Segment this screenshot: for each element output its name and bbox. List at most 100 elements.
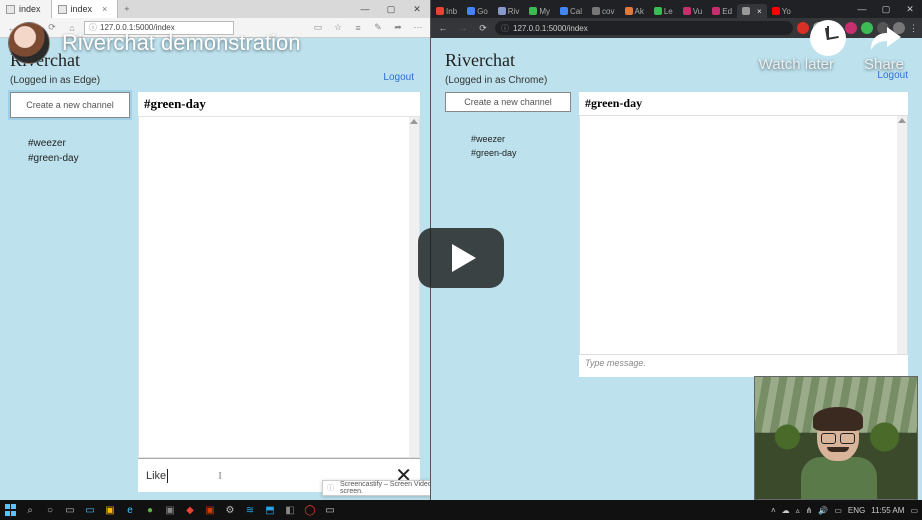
chrome-tab[interactable]: Yo	[767, 4, 796, 18]
edge-tab[interactable]: index	[0, 0, 52, 18]
scrollbar[interactable]	[897, 116, 907, 354]
address-bar[interactable]: ⓘ127.0.0.1:5000/index	[84, 21, 234, 35]
watch-later-label[interactable]: Watch later	[759, 56, 834, 73]
browser-window-edge: index index × + — ▢ ✕ ← → ⟳ ⌂ ⓘ1	[0, 0, 431, 500]
search-icon[interactable]: ⌕	[20, 500, 40, 520]
taskbar-app-icon[interactable]: ▣	[160, 500, 180, 520]
logout-link[interactable]: Logout	[383, 72, 414, 83]
chrome-tab[interactable]: My	[524, 4, 555, 18]
page-icon	[58, 5, 67, 14]
tab-label: index	[71, 4, 93, 14]
address-bar[interactable]: ⓘ127.0.0.1:5000/index	[495, 21, 793, 35]
tab-label: Inb	[446, 7, 457, 16]
chrome-tab[interactable]: Ed	[707, 4, 737, 18]
favicon	[529, 7, 537, 15]
back-button[interactable]: ←	[4, 23, 20, 33]
url-text: 127.0.0.1:5000/index	[100, 23, 175, 32]
chrome-tab[interactable]: Le	[649, 4, 678, 18]
chrome-tab[interactable]: ×	[737, 4, 767, 18]
channel-item[interactable]: #weezer	[471, 134, 571, 144]
minimize-button[interactable]: —	[850, 0, 874, 18]
chrome-tab[interactable]: Go	[462, 4, 493, 18]
taskbar-app-icon[interactable]: ◯	[300, 500, 320, 520]
chrome-tab[interactable]: Cal	[555, 4, 587, 18]
share-label[interactable]: Share	[864, 56, 904, 73]
home-button[interactable]: ⌂	[64, 23, 80, 33]
edge-tab-active[interactable]: index ×	[52, 0, 119, 18]
channel-item[interactable]: #green-day	[28, 153, 130, 164]
back-button[interactable]: ←	[435, 23, 451, 33]
reading-view-icon[interactable]: ▭	[310, 22, 326, 33]
favicon	[467, 7, 475, 15]
tray-network-icon[interactable]: ▵	[796, 506, 800, 515]
close-window-button[interactable]: ✕	[404, 0, 430, 18]
url-text: 127.0.0.1:5000/index	[513, 24, 588, 33]
channel-item[interactable]: #green-day	[471, 148, 571, 158]
favorites-icon[interactable]: ☆	[330, 22, 346, 33]
sidebar-left: Create a new channel #weezer #green-day	[10, 92, 130, 492]
share-icon[interactable]: ➦	[390, 22, 406, 33]
refresh-button[interactable]: ⟳	[475, 23, 491, 34]
tray-volume-icon[interactable]: 🔊	[818, 506, 828, 515]
create-channel-input[interactable]: Create a new channel	[10, 92, 130, 118]
chrome-menu-icon[interactable]: ⋮	[909, 23, 918, 34]
tab-label: Cal	[570, 7, 582, 16]
forward-button[interactable]: →	[24, 23, 40, 33]
taskbar-app-icon[interactable]: ▣	[200, 500, 220, 520]
watch-later-icon[interactable]	[810, 20, 846, 56]
tab-label: cov	[602, 7, 614, 16]
chrome-tab[interactable]: Ak	[620, 4, 649, 18]
taskbar-app-icon[interactable]: ▭	[320, 500, 340, 520]
close-tab-icon[interactable]: ×	[757, 7, 762, 16]
close-window-button[interactable]: ✕	[898, 0, 922, 18]
taskbar-app-icon[interactable]: ▭	[80, 500, 100, 520]
settings-icon[interactable]: ⋯	[410, 22, 426, 33]
taskbar-app-icon[interactable]: e	[120, 500, 140, 520]
tray-notifications-icon[interactable]: ▭	[910, 506, 918, 515]
tray-cloud-icon[interactable]: ☁	[782, 506, 790, 515]
taskbar-app-icon[interactable]: ⬒	[260, 500, 280, 520]
channel-title: #green-day	[138, 92, 420, 116]
maximize-button[interactable]: ▢	[874, 0, 898, 18]
start-button[interactable]	[0, 500, 20, 520]
message-area[interactable]	[138, 116, 420, 458]
taskbar-app-icon[interactable]: ◧	[280, 500, 300, 520]
text-cursor	[167, 469, 168, 483]
play-button[interactable]	[418, 228, 504, 288]
channel-item[interactable]: #weezer	[28, 138, 130, 149]
tab-label: Vu	[693, 7, 703, 16]
tray-chevron-icon[interactable]: ˄	[771, 506, 776, 515]
chrome-tab[interactable]: Vu	[678, 4, 708, 18]
extension-icon[interactable]	[797, 22, 809, 34]
chrome-tab[interactable]: Inb	[431, 4, 462, 18]
chrome-tab[interactable]: cov	[587, 4, 619, 18]
maximize-button[interactable]: ▢	[378, 0, 404, 18]
scrollbar[interactable]	[409, 117, 419, 457]
tray-wifi-icon[interactable]: ⋔	[806, 506, 813, 515]
taskbar-app-icon[interactable]: ≋	[240, 500, 260, 520]
minimize-button[interactable]: —	[352, 0, 378, 18]
new-tab-button[interactable]: +	[118, 4, 135, 14]
system-tray: ˄ ☁ ▵ ⋔ 🔊 ▭ ENG 11:55 AM ▭	[771, 500, 918, 520]
chrome-tab[interactable]: Riv	[493, 4, 525, 18]
refresh-button[interactable]: ⟳	[44, 22, 60, 33]
cortana-icon[interactable]: ○	[40, 500, 60, 520]
forward-button[interactable]: →	[455, 23, 471, 33]
close-tab-icon[interactable]: ×	[102, 4, 107, 14]
message-composer[interactable]: Type message.	[579, 355, 908, 377]
taskbar-app-icon[interactable]: ●	[140, 500, 160, 520]
page-content-left: Riverchat (Logged in as Edge) Logout Cre…	[0, 38, 430, 500]
tray-language[interactable]: ENG	[848, 506, 865, 515]
taskbar-app-icon[interactable]: ⚙	[220, 500, 240, 520]
message-area[interactable]	[579, 115, 908, 355]
notes-icon[interactable]: ✎	[370, 22, 386, 33]
create-channel-input[interactable]: Create a new channel	[445, 92, 571, 112]
taskbar-app-icon[interactable]: ▣	[100, 500, 120, 520]
favorites-bar-icon[interactable]: ≡	[350, 23, 366, 33]
task-view-icon[interactable]: ▭	[60, 500, 80, 520]
taskbar-app-icon[interactable]: ◆	[180, 500, 200, 520]
tray-battery-icon[interactable]: ▭	[834, 506, 842, 515]
tab-label: Ak	[635, 7, 644, 16]
tray-time[interactable]: 11:55 AM	[871, 506, 904, 515]
share-icon[interactable]	[868, 20, 904, 56]
